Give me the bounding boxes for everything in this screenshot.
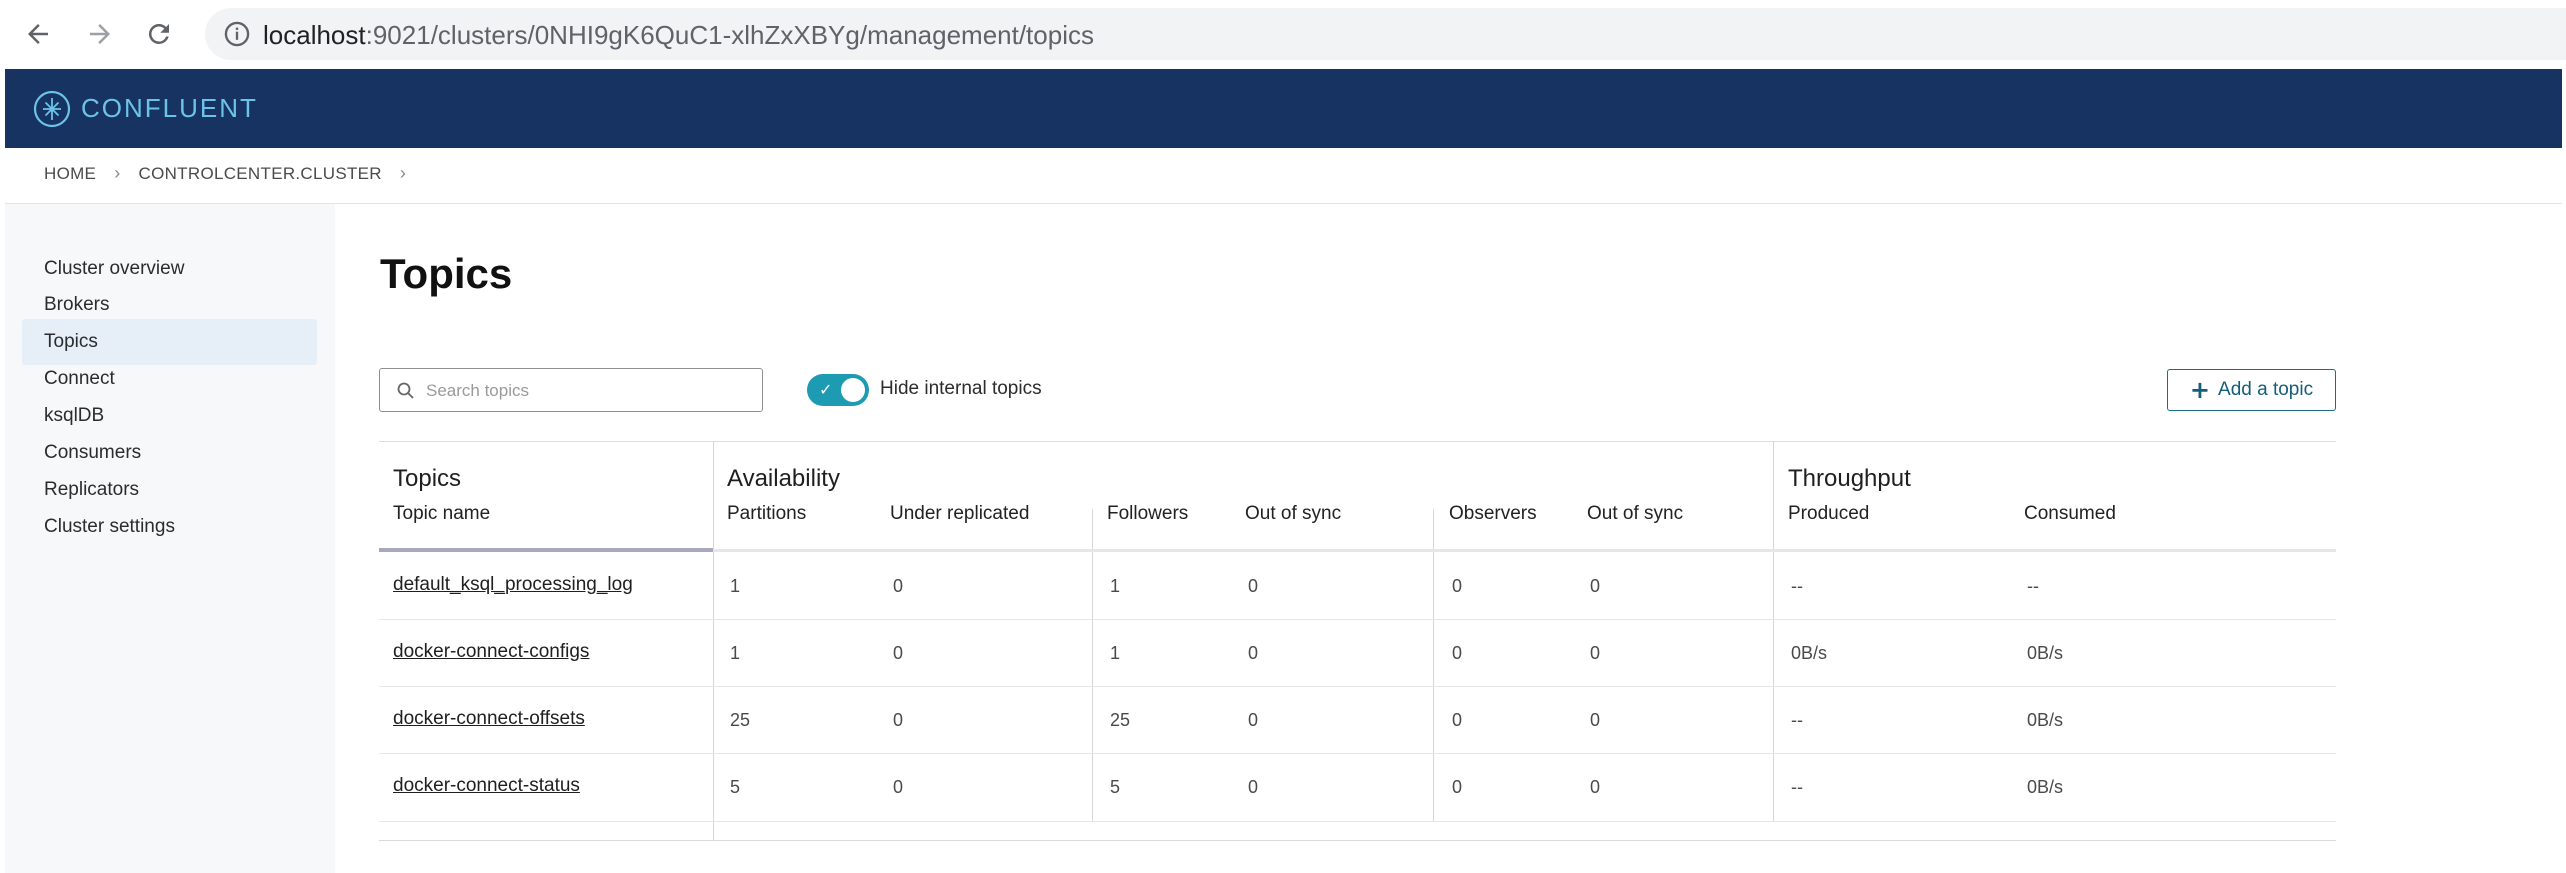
- cell-out-of-sync: 0: [1248, 777, 1259, 797]
- cell-consumed: --: [2027, 576, 2039, 596]
- toggle-label: Hide internal topics: [880, 378, 1042, 399]
- breadcrumb: HOME › CONTROLCENTER.CLUSTER ›: [44, 163, 406, 184]
- cell-consumed: 0B/s: [2027, 643, 2064, 663]
- confluent-logo-icon[interactable]: [32, 89, 72, 129]
- column-header-produced[interactable]: Produced: [1788, 503, 1869, 525]
- sort-indicator: [379, 548, 713, 552]
- cell-observers: 0: [1452, 777, 1463, 797]
- topic-link[interactable]: default_ksql_processing_log: [393, 574, 633, 596]
- reload-icon: [148, 23, 169, 44]
- column-header-topic-name[interactable]: Topic name: [393, 503, 490, 525]
- cell-observers: 0: [1452, 643, 1463, 663]
- plus-icon: +: [2189, 376, 2211, 404]
- arrow-right-icon: [90, 24, 110, 44]
- group-title-throughput: Throughput: [1788, 465, 1911, 492]
- topic-link[interactable]: docker-connect-status: [393, 775, 580, 797]
- cell-under-replicated: 0: [893, 643, 904, 663]
- column-header-observers[interactable]: Observers: [1449, 503, 1537, 525]
- cell-partitions: 1: [730, 643, 741, 663]
- column-header-out-of-sync[interactable]: Out of sync: [1245, 503, 1341, 525]
- toggle-knob: [841, 378, 865, 402]
- sidebar: Cluster overview Brokers Topics Connect …: [5, 204, 335, 873]
- page-title: Topics: [380, 250, 513, 297]
- column-divider: [1092, 509, 1093, 821]
- info-icon[interactable]: [223, 20, 251, 48]
- add-topic-button[interactable]: + Add a topic: [2167, 369, 2336, 411]
- topic-link[interactable]: docker-connect-offsets: [393, 708, 585, 730]
- topics-table: Topics Availability Throughput Topic nam…: [379, 441, 2336, 841]
- topic-link[interactable]: docker-connect-configs: [393, 641, 589, 663]
- cell-partitions: 5: [730, 777, 741, 797]
- address-bar[interactable]: localhost:9021/clusters/0NHI9gK6QuC1-xlh…: [205, 8, 2566, 60]
- column-header-under-replicated[interactable]: Under replicated: [890, 503, 1029, 525]
- cell-under-replicated: 0: [893, 710, 904, 730]
- cell-observers: 0: [1452, 710, 1463, 730]
- group-title-topics: Topics: [393, 465, 462, 492]
- hide-internal-topics-toggle[interactable]: ✓: [807, 374, 869, 406]
- arrow-left-icon: [28, 24, 48, 44]
- cell-partitions: 25: [730, 710, 751, 730]
- search-icon: [397, 382, 414, 399]
- cell-out-of-sync: 0: [1248, 643, 1259, 663]
- cell-under-replicated: 0: [893, 576, 904, 596]
- row-divider: [379, 619, 2336, 620]
- column-divider: [1433, 509, 1434, 821]
- table-border: [379, 441, 2336, 442]
- row-divider: [379, 753, 2336, 754]
- column-divider: [1773, 441, 1774, 821]
- column-divider: [713, 441, 714, 841]
- breadcrumb-cluster[interactable]: CONTROLCENTER.CLUSTER: [139, 164, 382, 184]
- cell-produced: --: [1791, 576, 1803, 596]
- chevron-right-icon: ›: [399, 163, 407, 183]
- search-input[interactable]: [426, 377, 746, 405]
- cell-followers: 1: [1110, 576, 1121, 596]
- table-bottom-border: [379, 840, 2336, 841]
- row-divider: [379, 686, 2336, 687]
- cell-followers: 1: [1110, 643, 1121, 663]
- cell-consumed: 0B/s: [2027, 710, 2064, 730]
- cell-observers: 0: [1452, 576, 1463, 596]
- cell-observers-out-of-sync: 0: [1590, 643, 1601, 663]
- cell-consumed: 0B/s: [2027, 777, 2064, 797]
- cell-out-of-sync: 0: [1248, 710, 1259, 730]
- row-divider: [379, 821, 2336, 822]
- cell-produced: 0B/s: [1791, 643, 1828, 663]
- url-text[interactable]: localhost:9021/clusters/0NHI9gK6QuC1-xlh…: [263, 20, 1094, 51]
- url-host: localhost: [263, 20, 366, 50]
- reload-button[interactable]: [137, 12, 181, 56]
- column-header-consumed[interactable]: Consumed: [2024, 503, 2116, 525]
- add-topic-label: Add a topic: [2218, 379, 2314, 400]
- column-header-observers-out-of-sync[interactable]: Out of sync: [1587, 503, 1683, 525]
- cell-observers-out-of-sync: 0: [1590, 710, 1601, 730]
- brand-name[interactable]: CONFLUENT: [81, 93, 258, 124]
- sidebar-item-cluster-settings[interactable]: Cluster settings: [22, 504, 317, 550]
- cell-observers-out-of-sync: 0: [1590, 576, 1601, 596]
- column-header-partitions[interactable]: Partitions: [727, 503, 806, 525]
- group-title-availability: Availability: [727, 465, 840, 492]
- chevron-right-icon: ›: [114, 163, 121, 183]
- cell-partitions: 1: [730, 576, 741, 596]
- app-header: CONFLUENT: [5, 69, 2562, 148]
- breadcrumb-home[interactable]: HOME: [44, 164, 96, 184]
- cell-followers: 25: [1110, 710, 1131, 730]
- cell-observers-out-of-sync: 0: [1590, 777, 1601, 797]
- check-icon: ✓: [819, 380, 833, 399]
- cell-followers: 5: [1110, 777, 1121, 797]
- cell-produced: --: [1791, 710, 1803, 730]
- cell-out-of-sync: 0: [1248, 576, 1259, 596]
- search-box[interactable]: [379, 368, 763, 412]
- divider: [5, 203, 2562, 204]
- forward-button[interactable]: [78, 12, 122, 56]
- url-path: :9021/clusters/0NHI9gK6QuC1-xlhZxXBYg/ma…: [365, 20, 1094, 50]
- back-button[interactable]: [16, 12, 60, 56]
- cell-produced: --: [1791, 777, 1803, 797]
- column-header-followers[interactable]: Followers: [1107, 503, 1188, 525]
- browser-toolbar: localhost:9021/clusters/0NHI9gK6QuC1-xlh…: [0, 0, 2566, 68]
- cell-under-replicated: 0: [893, 777, 904, 797]
